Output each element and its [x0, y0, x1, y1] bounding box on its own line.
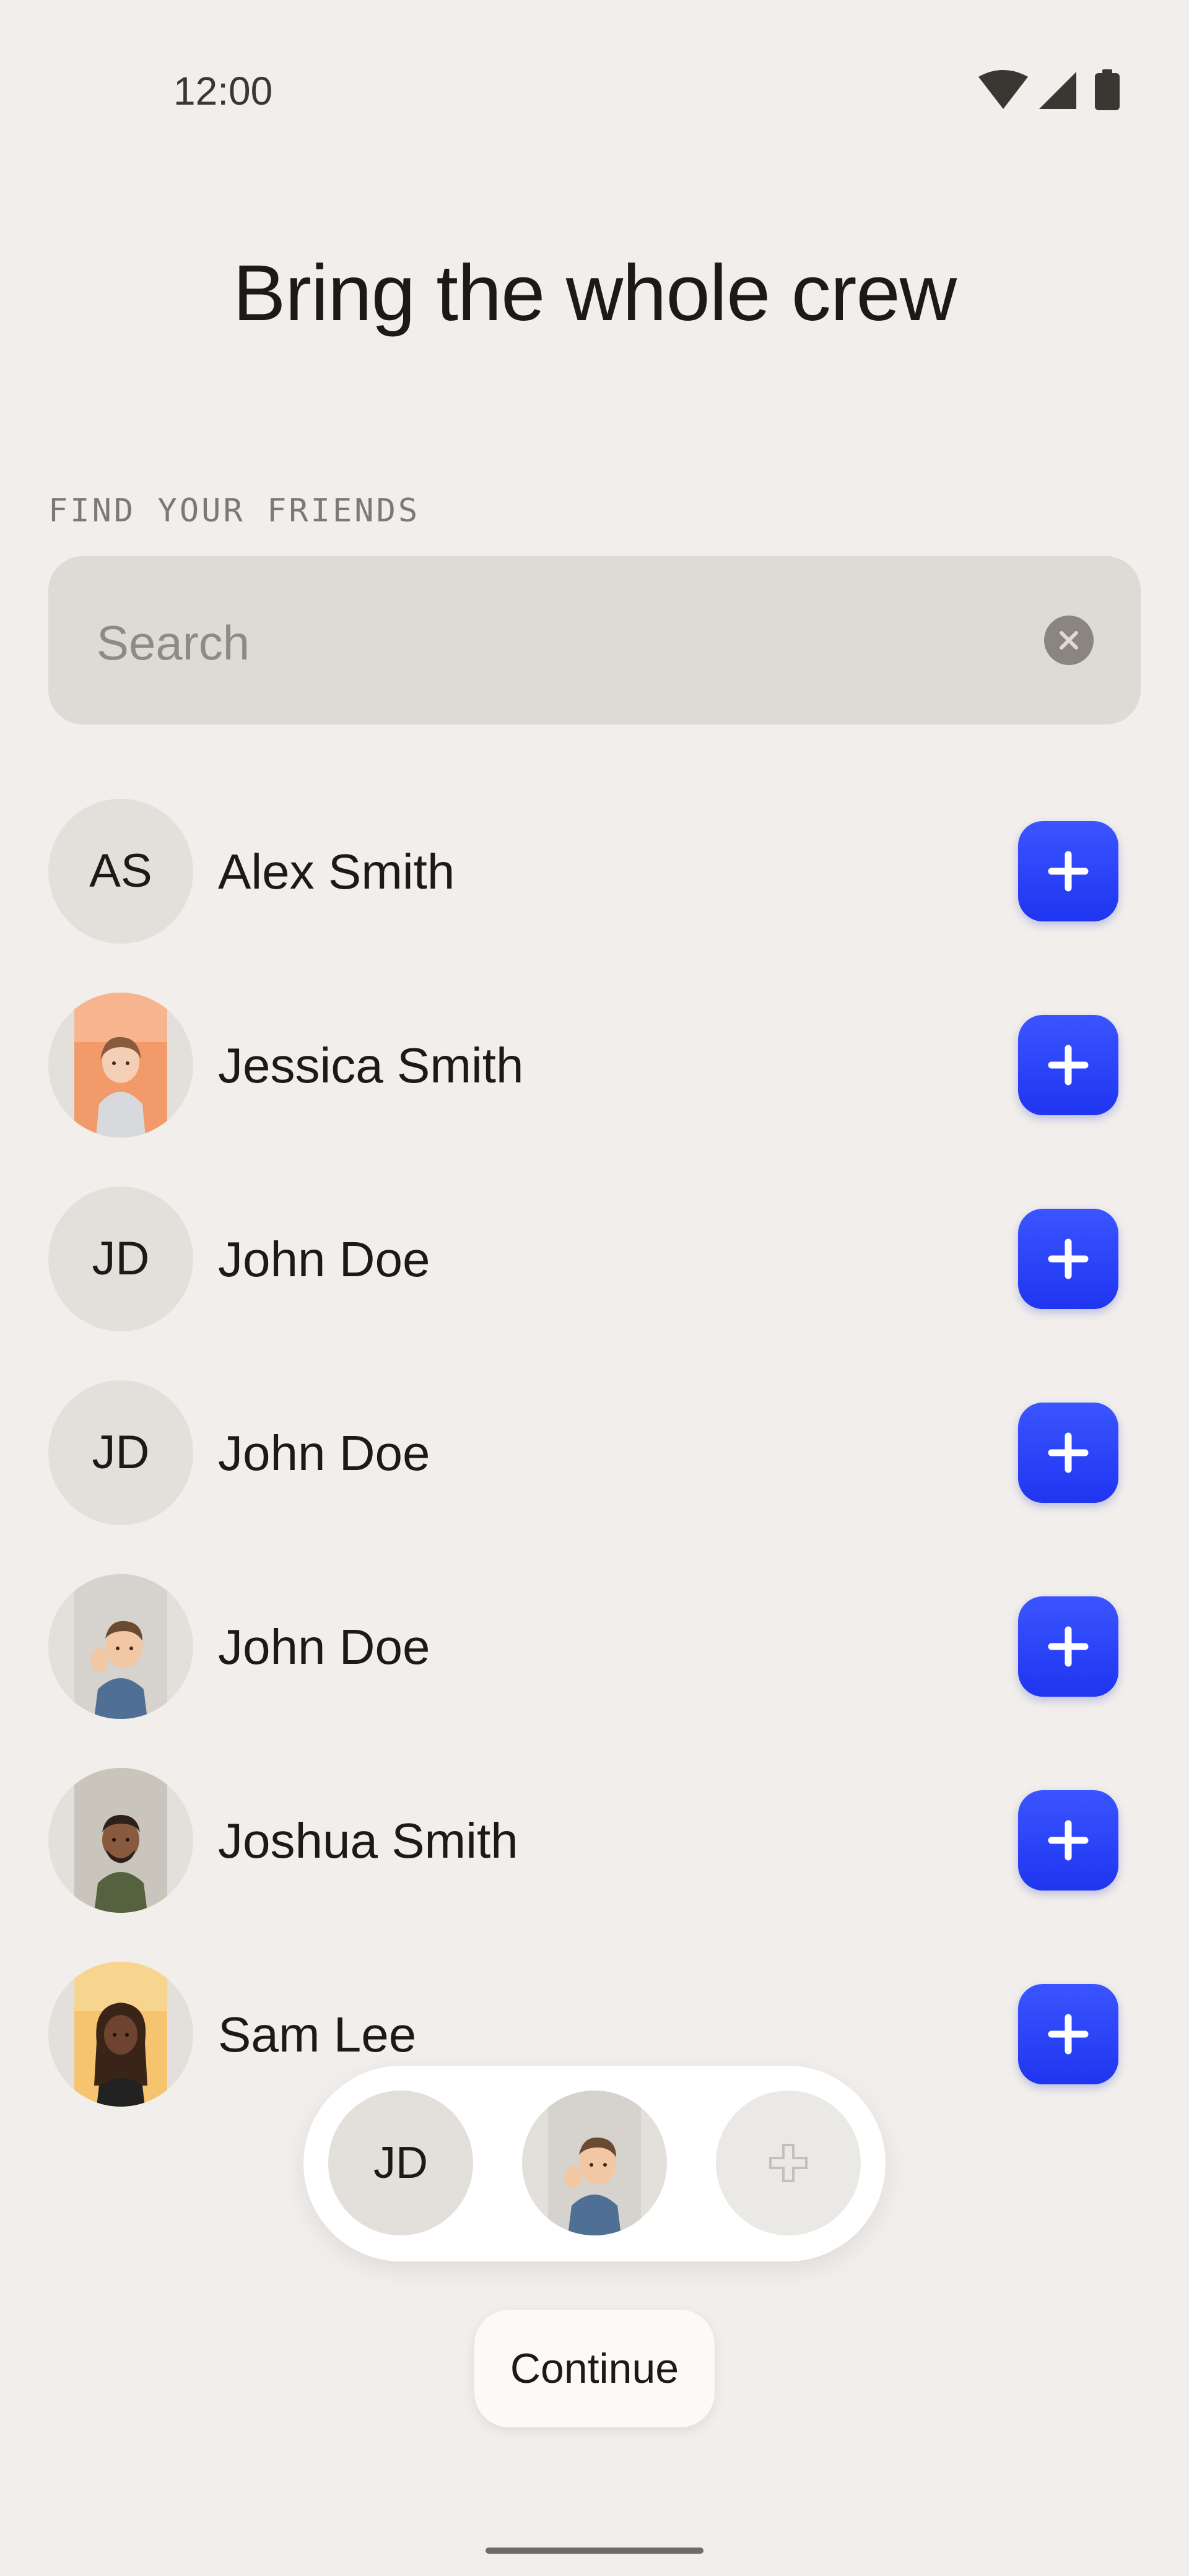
- selected-friend-avatar[interactable]: [522, 2091, 667, 2235]
- avatar: [48, 993, 193, 1138]
- plus-icon: [1048, 1626, 1089, 1667]
- contact-name: John Doe: [218, 1619, 430, 1674]
- contact-name: Sam Lee: [218, 2007, 417, 2062]
- home-indicator[interactable]: [486, 2548, 703, 2554]
- search-placeholder: Search: [97, 616, 250, 670]
- screen: 12:00 Bring the whole crew FIND YOUR FRI…: [0, 0, 1189, 2576]
- avatar: AS: [48, 799, 193, 944]
- plus-icon: [1048, 1238, 1089, 1279]
- selected-friend-avatar[interactable]: JD: [328, 2091, 473, 2235]
- clear-search-button[interactable]: [1044, 616, 1094, 665]
- memoji-woman-icon: [74, 1962, 167, 2107]
- plus-icon: [1048, 1432, 1089, 1473]
- add-friend-button[interactable]: [1018, 1015, 1118, 1115]
- avatar: [48, 1768, 193, 1913]
- add-friend-button[interactable]: [1018, 1209, 1118, 1309]
- plus-icon: [1048, 1045, 1089, 1086]
- avatar: JD: [48, 1380, 193, 1525]
- avatar: JD: [48, 1186, 193, 1331]
- add-friend-button[interactable]: [1018, 1596, 1118, 1697]
- memoji-man-thumbs-up-icon: [548, 2091, 641, 2235]
- status-icons: [972, 68, 1133, 111]
- contact-row[interactable]: JD John Doe: [48, 1380, 1141, 1525]
- add-friend-button[interactable]: [1018, 1984, 1118, 2084]
- add-friend-button[interactable]: [1018, 1790, 1118, 1891]
- plus-icon: [1048, 1820, 1089, 1861]
- plus-icon: [1048, 851, 1089, 892]
- avatar-initials: JD: [92, 1426, 150, 1479]
- contact-name: Alex Smith: [218, 844, 455, 899]
- avatar: [48, 1574, 193, 1719]
- avatar-initials: AS: [89, 845, 152, 897]
- contact-row[interactable]: Joshua Smith: [48, 1768, 1141, 1913]
- contact-row[interactable]: Jessica Smith: [48, 993, 1141, 1138]
- avatar-initials: JD: [373, 2138, 428, 2188]
- page-title: Bring the whole crew: [232, 249, 957, 337]
- selected-friends-tray: JD: [303, 2066, 886, 2261]
- continue-button[interactable]: Continue: [474, 2310, 715, 2427]
- signal-icon: [1039, 72, 1076, 109]
- contact-name: Jessica Smith: [218, 1038, 524, 1093]
- contact-name: John Doe: [218, 1425, 430, 1481]
- contact-row[interactable]: John Doe: [48, 1574, 1141, 1719]
- contact-name: Joshua Smith: [218, 1813, 518, 1868]
- avatar: [48, 1962, 193, 2107]
- memoji-woman-icon: [74, 993, 167, 1138]
- plus-icon: [1048, 2014, 1089, 2055]
- close-icon: [1060, 631, 1078, 650]
- memoji-man-thumbs-up-icon: [74, 1574, 167, 1719]
- avatar-initials: JD: [92, 1232, 150, 1285]
- section-label: FIND YOUR FRIENDS: [48, 492, 420, 529]
- add-friend-button[interactable]: [1018, 1403, 1118, 1503]
- battery-icon: [1095, 69, 1120, 110]
- plus-outline-icon: [769, 2144, 808, 2182]
- contact-row[interactable]: JD John Doe: [48, 1186, 1141, 1331]
- status-time: 12:00: [173, 69, 273, 113]
- memoji-man-icon: [74, 1768, 167, 1913]
- contact-row[interactable]: AS Alex Smith: [48, 799, 1141, 944]
- empty-slot-placeholder[interactable]: [716, 2091, 861, 2235]
- add-friend-button[interactable]: [1018, 821, 1118, 921]
- wifi-icon: [978, 70, 1028, 109]
- search-input[interactable]: Search: [48, 556, 1141, 724]
- contact-name: John Doe: [218, 1232, 430, 1287]
